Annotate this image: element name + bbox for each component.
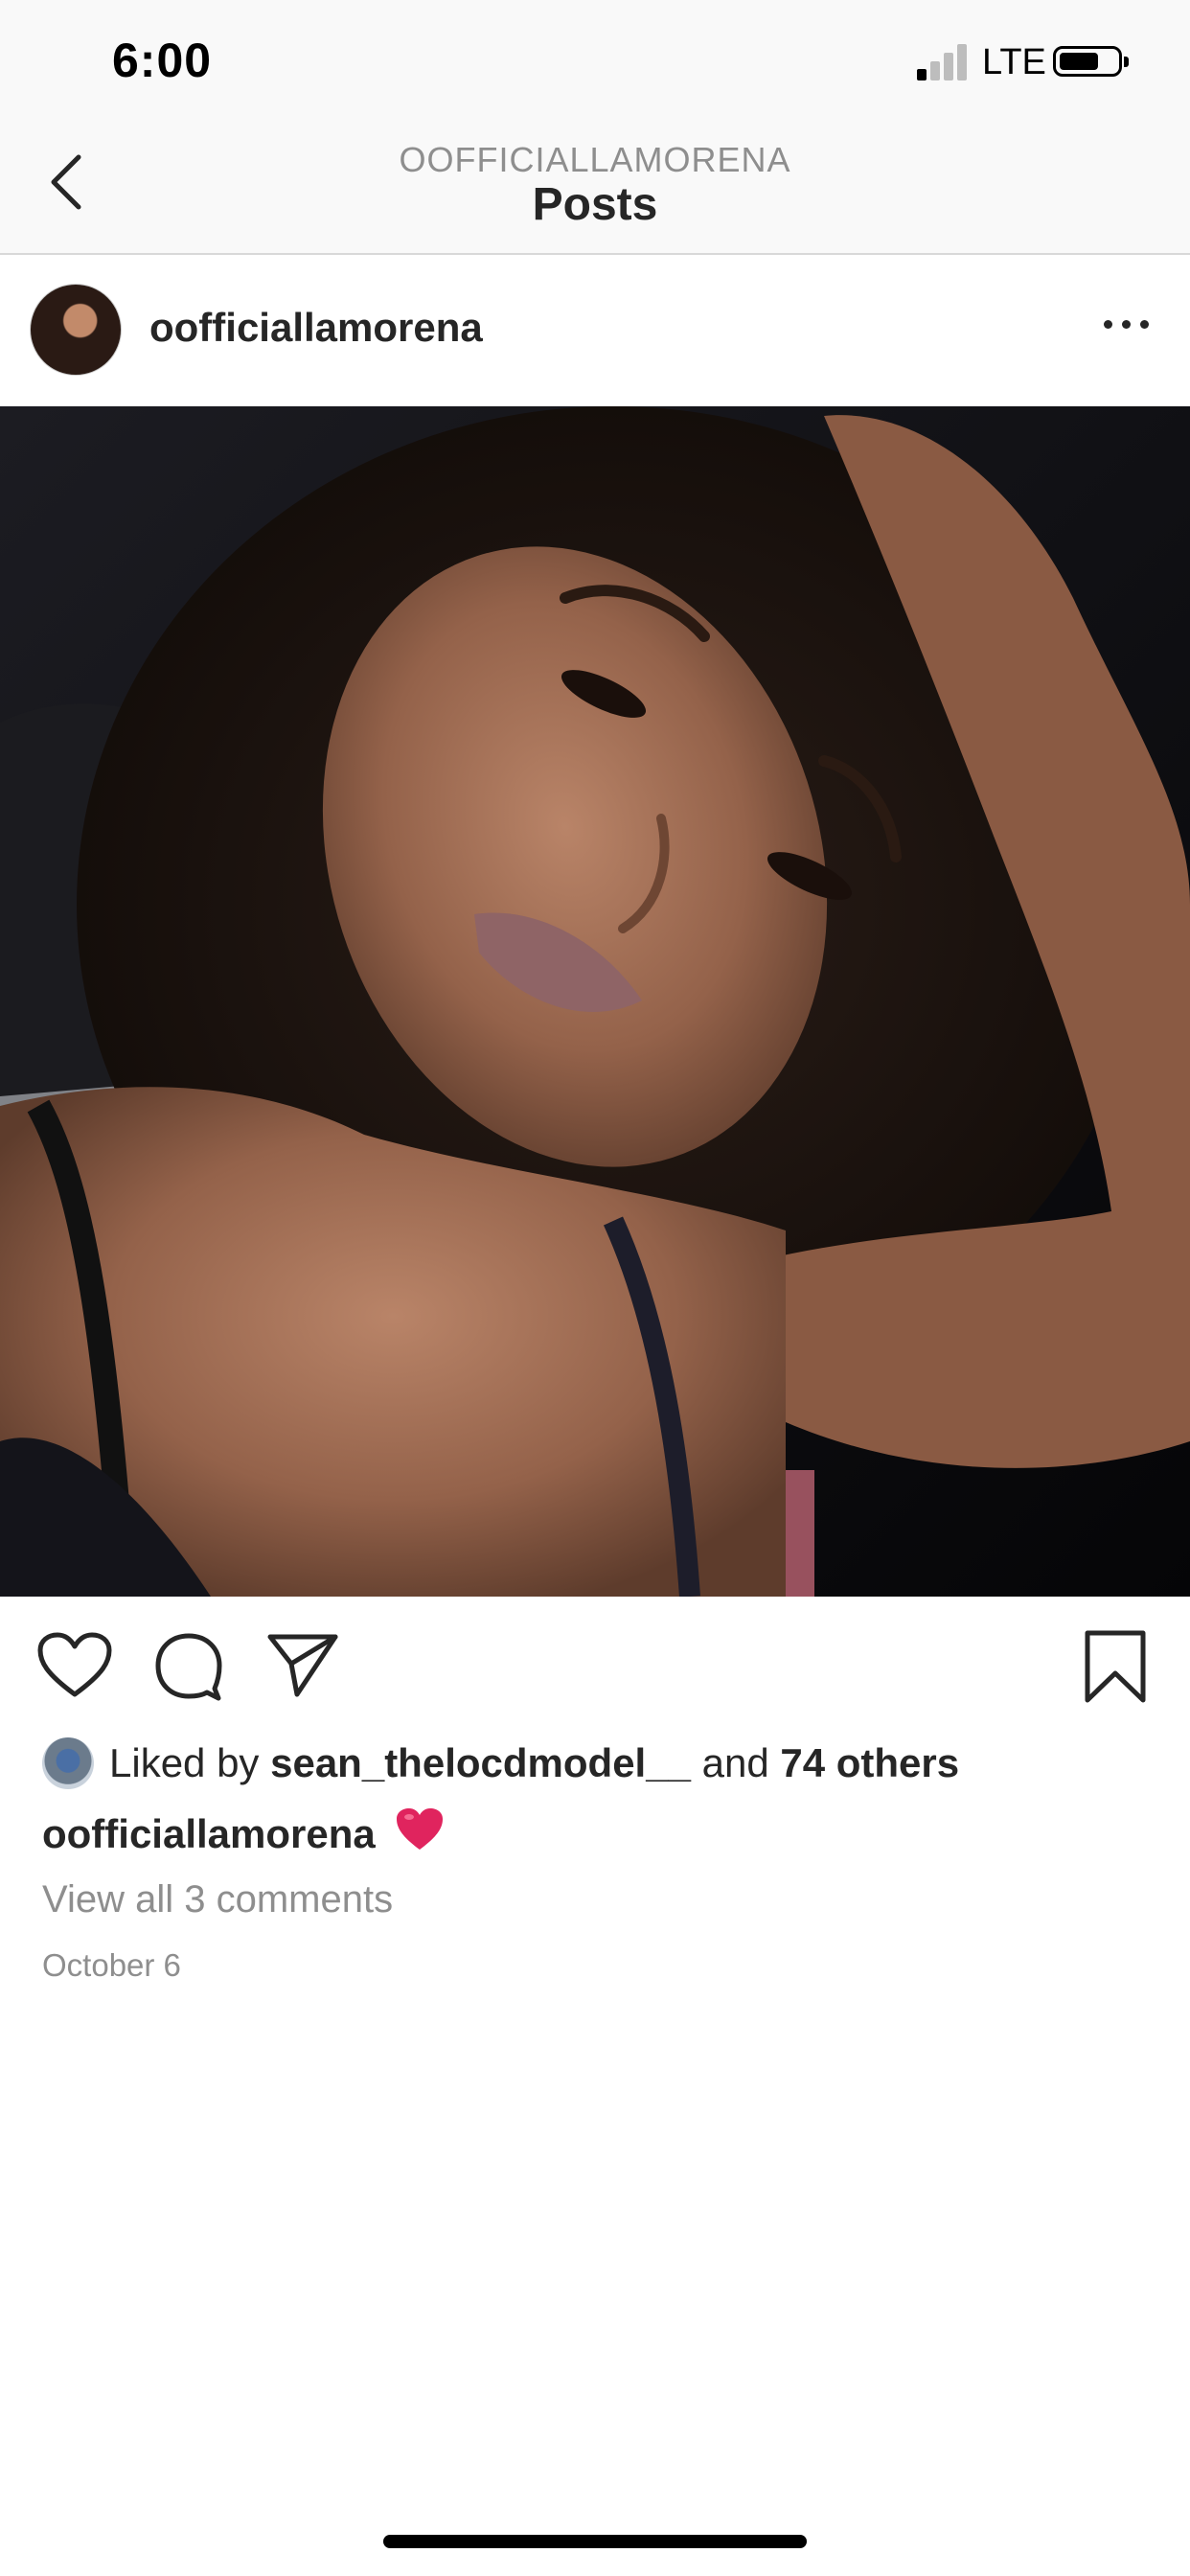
caption-username[interactable]: oofficiallamorena bbox=[42, 1811, 376, 1856]
save-button[interactable] bbox=[1083, 1629, 1148, 1704]
like-button[interactable] bbox=[36, 1631, 113, 1700]
likes-connector: and bbox=[701, 1740, 769, 1785]
post-caption: oofficiallamorena bbox=[42, 1806, 446, 1863]
heart-icon bbox=[37, 1632, 112, 1697]
status-time: 6:00 bbox=[112, 34, 213, 87]
page-title: Posts bbox=[532, 179, 658, 230]
comment-icon bbox=[155, 1633, 222, 1701]
post-date: October 6 bbox=[42, 1947, 181, 1983]
post-photo[interactable] bbox=[0, 406, 1190, 1597]
top-navigation-bar: 6:00 LTE OOFFICIALLAMORENA Posts bbox=[0, 0, 1190, 255]
liked-by-label: Liked by bbox=[109, 1740, 260, 1785]
share-button[interactable] bbox=[266, 1631, 339, 1700]
header-username: OOFFICIALLAMORENA bbox=[399, 140, 791, 179]
comment-button[interactable] bbox=[153, 1631, 224, 1702]
more-horizontal-icon bbox=[1104, 320, 1112, 329]
instagram-post-screen: 6:00 LTE OOFFICIALLAMORENA Posts ooffici… bbox=[0, 0, 1190, 2576]
paper-plane-icon bbox=[267, 1634, 338, 1697]
likes-others-link[interactable]: 74 others bbox=[780, 1740, 959, 1786]
liker-username[interactable]: sean_thelocdmodel__ bbox=[270, 1740, 691, 1786]
post-header: oofficiallamorena bbox=[0, 255, 1190, 404]
home-indicator[interactable] bbox=[383, 2535, 807, 2548]
likes-summary: Liked by sean_thelocdmodel__ and 74 othe… bbox=[42, 1736, 959, 1790]
more-options-button[interactable] bbox=[1100, 307, 1154, 345]
signal-strength-icon bbox=[917, 42, 969, 80]
post-author-username[interactable]: oofficiallamorena bbox=[149, 305, 483, 351]
post-author-avatar[interactable] bbox=[30, 284, 122, 376]
liker-avatar[interactable] bbox=[42, 1737, 94, 1789]
post-image bbox=[0, 406, 1190, 1597]
bookmark-icon bbox=[1085, 1630, 1146, 1703]
red-heart-icon bbox=[394, 1806, 446, 1863]
battery-icon bbox=[1053, 46, 1129, 77]
view-comments-link[interactable]: View all 3 comments bbox=[42, 1878, 393, 1921]
network-type: LTE bbox=[982, 42, 1046, 82]
